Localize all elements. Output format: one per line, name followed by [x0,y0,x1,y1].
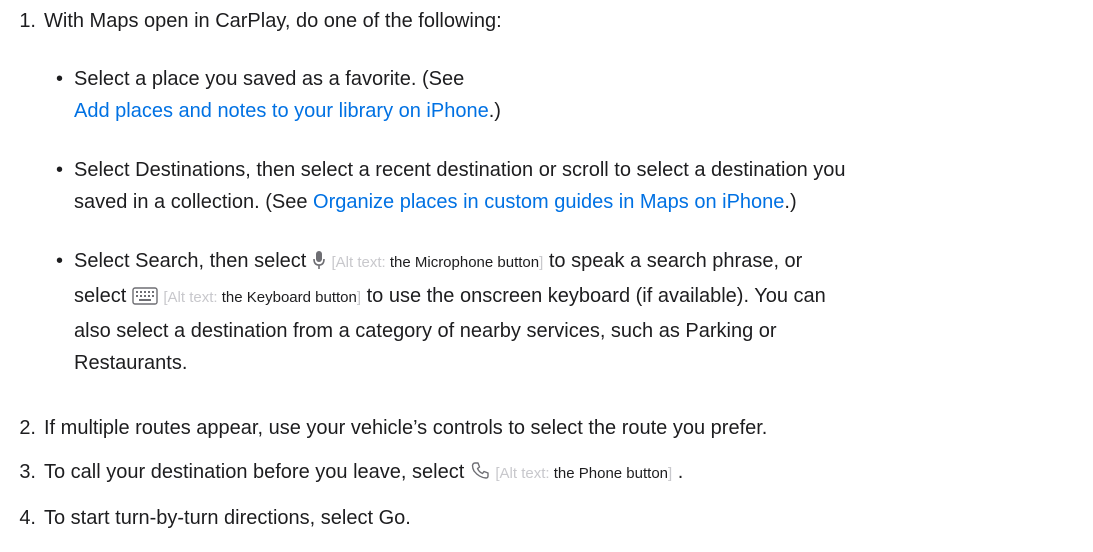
step-text: To call your destination before you leav… [44,461,465,483]
step-number: 1. [19,10,36,32]
bullet-text: Select Search, then select [74,250,307,272]
step-text-suffix: . [677,461,684,483]
bullet-text: to use the onscreen keyboard (if availab… [366,285,826,307]
microphone-icon[interactable] [312,248,326,280]
bullet-text: Select a place you saved as a favorite. … [74,68,465,90]
bullet-text: select [74,285,127,307]
step-text: To start turn-by-turn directions, select… [44,507,411,529]
keyboard-icon[interactable] [132,283,158,315]
phone-icon[interactable] [470,458,490,492]
bullet-dot: • [56,250,64,272]
bullet-text: saved in a collection. (See [74,191,314,213]
step-text: With Maps open in CarPlay, do one of the… [44,10,502,32]
step-text: If multiple routes appear, use your vehi… [44,417,768,439]
bullet-text: also select a destination from a categor… [74,320,777,342]
bullet-text: to speak a search phrase, or [548,250,803,272]
bullet-text-suffix: .) [784,191,797,213]
bullet-text-suffix: .) [488,100,501,122]
bullet-dot: • [56,68,64,90]
bullet-text: Restaurants. [74,352,188,374]
bullet-text: Select Destinations, then select a recen… [74,159,846,181]
phone-alt-text: [Alt text: the Phone button] [495,465,673,482]
instructions-page: 1. With Maps open in CarPlay, do one of … [0,0,1093,552]
guides-link[interactable]: Organize places in custom guides in Maps… [313,191,784,213]
bullet-dot: • [56,159,64,181]
microphone-alt-text: [Alt text: the Microphone button] [331,254,544,271]
step-number: 3. [19,461,36,483]
step-number: 4. [19,507,36,529]
library-link[interactable]: Add places and notes to your library on … [74,100,489,122]
keyboard-alt-text: [Alt text: the Keyboard button] [163,289,362,306]
step-number: 2. [19,417,36,439]
